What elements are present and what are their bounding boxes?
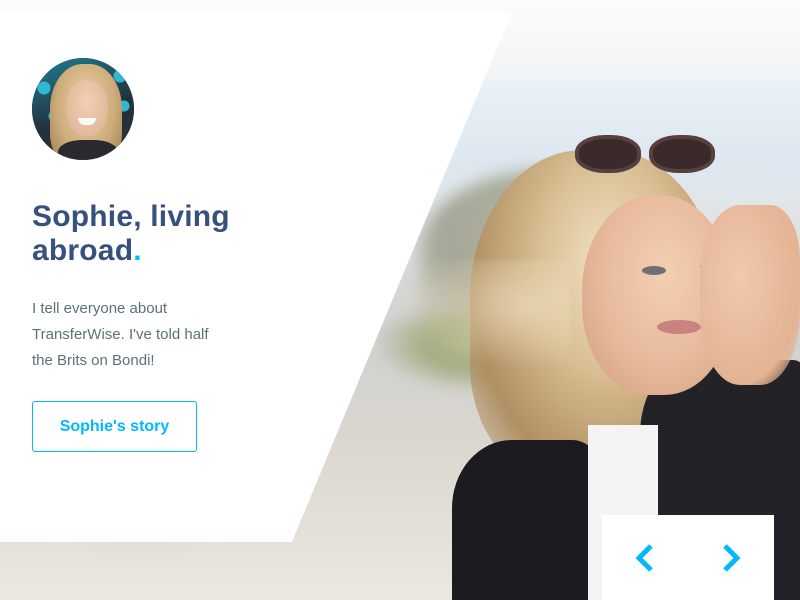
title-accent-dot: . xyxy=(133,234,142,267)
quote-line: TransferWise. I've told half xyxy=(32,326,209,343)
testimonial-quote: I tell everyone about TransferWise. I've… xyxy=(32,296,262,374)
chevron-left-icon xyxy=(635,543,653,572)
carousel-nav xyxy=(602,515,774,600)
carousel-next-button[interactable] xyxy=(688,515,774,600)
story-button[interactable]: Sophie's story xyxy=(32,401,197,452)
avatar xyxy=(32,58,134,160)
testimonial-title: Sophie, living abroad. xyxy=(32,200,292,268)
carousel-prev-button[interactable] xyxy=(602,515,688,600)
quote-line: I tell everyone about xyxy=(32,300,168,317)
chevron-right-icon xyxy=(723,543,741,572)
testimonial-content: Sophie, living abroad. I tell everyone a… xyxy=(0,0,300,600)
quote-line: the Brits on Bondi! xyxy=(32,352,155,369)
testimonial-title-text: Sophie, living abroad xyxy=(32,200,230,267)
